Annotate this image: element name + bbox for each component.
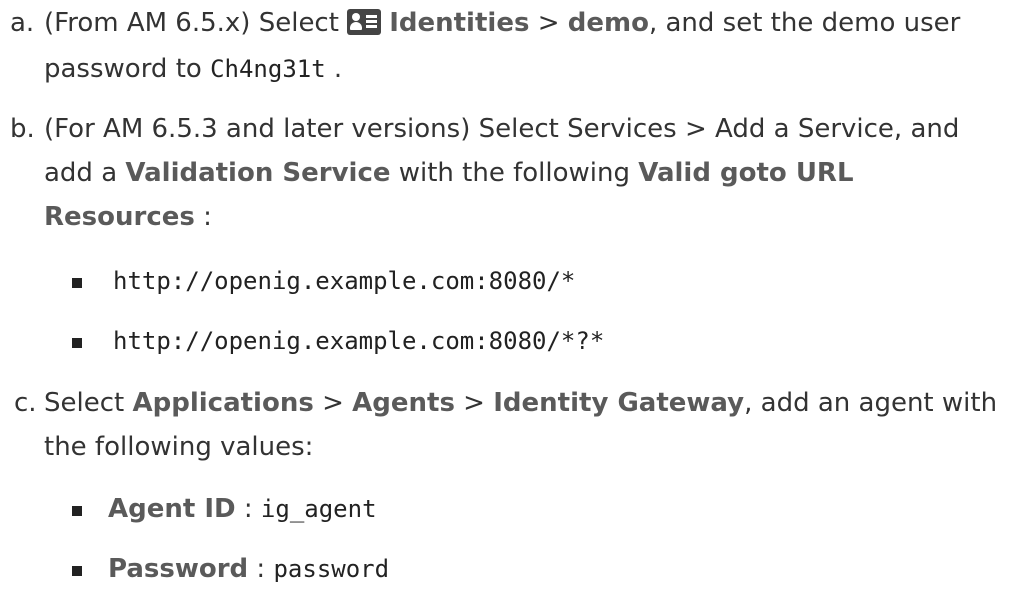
password-code: Ch4ng31t — [210, 55, 326, 83]
id-card-icon — [347, 9, 382, 35]
step-b-line-2: add a Validation Service with the follow… — [44, 158, 854, 188]
step-a-line-2: password to Ch4ng31t . — [44, 54, 343, 84]
instruction-document: a. (From AM 6.5.x) Select Identities > d… — [0, 0, 1029, 586]
step-b-line-3: Resources : — [44, 202, 212, 232]
resources-label: Resources — [44, 202, 195, 232]
url-value: http://openig.example.com:8080/*?* — [113, 327, 605, 355]
step-marker: a. — [10, 8, 35, 38]
identities-label: Identities — [389, 8, 530, 38]
agent-id-value: ig_agent — [260, 495, 377, 523]
step-c-text: Select Applications > Agents > Identity … — [44, 380, 1024, 470]
step-c-line-2: the following values: — [44, 432, 314, 462]
step-b-text: (For AM 6.5.3 and later versions) Select… — [44, 106, 1024, 240]
validation-service-label: Validation Service — [125, 158, 391, 188]
agent-id-label: Agent ID — [108, 494, 236, 524]
bullet-icon — [72, 338, 82, 348]
bullet-icon — [72, 566, 82, 576]
agent-id-row: Agent ID : ig_agent — [108, 494, 377, 524]
step-b-line-1: (For AM 6.5.3 and later versions) Select… — [44, 114, 960, 144]
password-value: password — [273, 555, 390, 583]
url-value: http://openig.example.com:8080/* — [113, 267, 576, 295]
agents-label: Agents — [352, 388, 455, 418]
password-row: Password : password — [108, 554, 390, 584]
step-marker: b. — [10, 114, 35, 144]
step-c-line-1: Select Applications > Agents > Identity … — [44, 388, 998, 418]
valid-goto-url-label: Valid goto URL — [638, 158, 854, 188]
password-label: Password — [108, 554, 249, 584]
step-a-text: (From AM 6.5.x) Select Identities > demo… — [44, 0, 1024, 92]
bullet-icon — [72, 506, 82, 516]
step-marker: c. — [14, 388, 37, 418]
bullet-icon — [72, 278, 82, 288]
demo-label: demo — [567, 8, 649, 38]
applications-label: Applications — [132, 388, 314, 418]
identity-gateway-label: Identity Gateway — [493, 388, 745, 418]
step-a-line-1: (From AM 6.5.x) Select Identities > demo… — [44, 8, 961, 38]
